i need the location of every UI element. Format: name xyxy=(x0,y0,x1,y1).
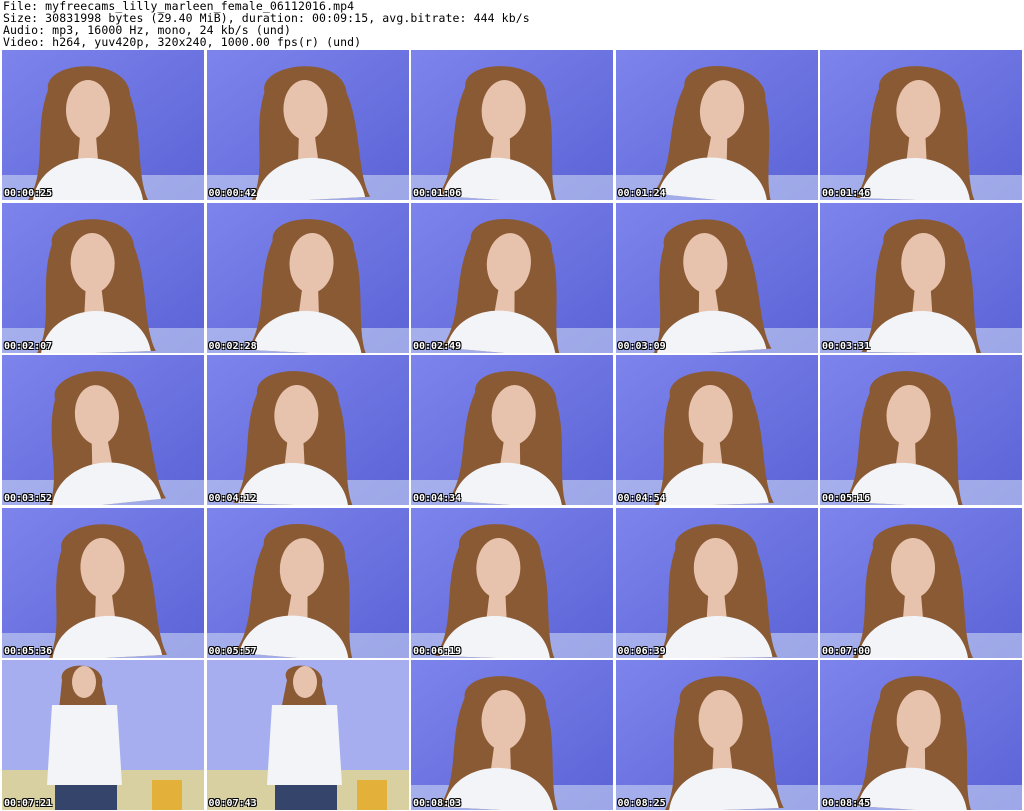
thumbnail-timestamp: 00:01:24 xyxy=(617,188,666,199)
video-thumbnail: 00:04:12 xyxy=(206,355,409,505)
thumbnail-timestamp: 00:02:07 xyxy=(4,340,53,352)
video-thumbnail: 00:00:25 xyxy=(2,50,204,200)
video-thumbnail: 00:07:21 xyxy=(2,660,204,810)
thumbnail-timestamp: 00:07:43 xyxy=(208,798,257,809)
video-thumbnail: 00:05:36 xyxy=(2,507,204,658)
video-thumbnail: 00:06:39 xyxy=(615,507,818,658)
thumbnail-timestamp: 00:06:19 xyxy=(413,645,462,657)
video-thumbnail: 00:02:28 xyxy=(206,202,409,353)
thumbnail-timestamp: 00:08:25 xyxy=(617,798,666,809)
thumbnail-timestamp: 00:05:57 xyxy=(208,645,257,657)
video-thumbnail: 00:02:49 xyxy=(411,202,613,353)
video-thumbnail: 00:06:19 xyxy=(411,507,613,658)
thumbnail-timestamp: 00:03:09 xyxy=(617,340,666,352)
video-thumbnail: 00:01:46 xyxy=(820,50,1022,200)
thumbnail-timestamp: 00:06:39 xyxy=(617,645,666,657)
video-thumbnail: 00:03:31 xyxy=(820,202,1022,353)
video-thumbnail: 00:03:52 xyxy=(2,355,204,505)
thumbnail-timestamp: 00:02:49 xyxy=(413,340,462,352)
video-thumbnail: 00:05:57 xyxy=(206,507,409,658)
video-thumbnail: 00:07:00 xyxy=(820,507,1022,658)
video-thumbnail: 00:04:54 xyxy=(615,355,818,505)
thumbnail-timestamp: 00:07:00 xyxy=(822,645,871,657)
thumbnail-timestamp: 00:07:21 xyxy=(4,798,53,809)
thumbnail-timestamp: 00:03:31 xyxy=(822,340,871,352)
thumbnail-timestamp: 00:02:28 xyxy=(208,340,257,352)
thumbnail-timestamp: 00:01:46 xyxy=(822,188,871,199)
thumbnail-timestamp: 00:05:36 xyxy=(4,645,53,657)
thumbnail-timestamp: 00:08:45 xyxy=(822,798,871,809)
video-thumbnail: 00:01:24 xyxy=(615,50,818,200)
video-thumbnail: 00:01:06 xyxy=(411,50,613,200)
video-thumbnail: 00:08:25 xyxy=(615,660,818,810)
video-thumbnail: 00:00:42 xyxy=(206,50,409,200)
thumbnail-grid: 00:00:25 00:00:42 00:01:06 00:01:24 00:0… xyxy=(2,50,1022,811)
thumbnail-timestamp: 00:00:25 xyxy=(4,188,53,199)
thumbnail-timestamp: 00:08:03 xyxy=(413,798,462,809)
video-thumbnail: 00:03:09 xyxy=(615,202,818,353)
thumbnail-timestamp: 00:05:16 xyxy=(822,493,871,504)
thumbnail-timestamp: 00:01:06 xyxy=(413,188,462,199)
video-thumbnail: 00:08:03 xyxy=(411,660,613,810)
thumbnail-timestamp: 00:04:34 xyxy=(413,493,462,504)
video-thumbnail: 00:04:34 xyxy=(411,355,613,505)
thumbnail-timestamp: 00:04:12 xyxy=(208,493,257,504)
thumbnail-timestamp: 00:03:52 xyxy=(4,493,53,504)
video-thumbnail: 00:02:07 xyxy=(2,202,204,353)
video-thumbnail: 00:08:45 xyxy=(820,660,1022,810)
video-thumbnail: 00:05:16 xyxy=(820,355,1022,505)
video-info-line: Video: h264, yuv420p, 320x240, 1000.00 f… xyxy=(3,35,362,49)
thumbnail-timestamp: 00:04:54 xyxy=(617,493,666,504)
thumbnail-timestamp: 00:00:42 xyxy=(208,188,257,199)
video-thumbnail: 00:07:43 xyxy=(206,660,409,810)
contact-sheet-header: File: myfreecams_lilly_marleen_female_06… xyxy=(3,0,1021,48)
